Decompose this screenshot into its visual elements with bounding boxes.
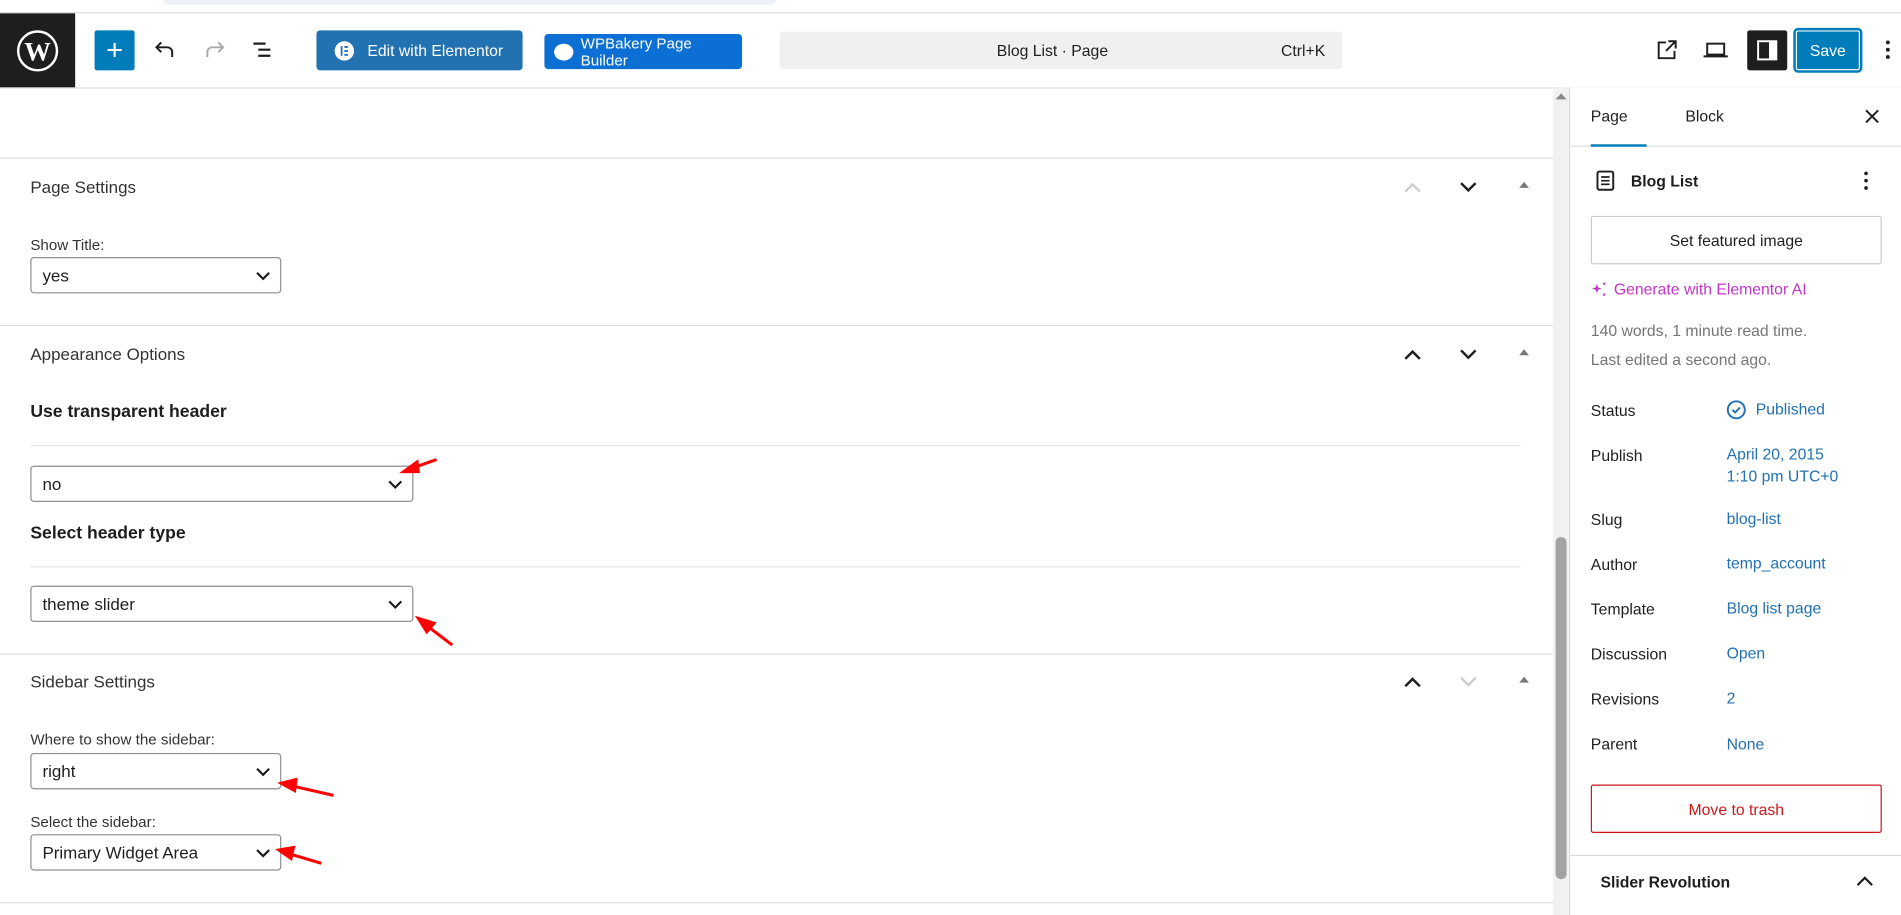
word-count: 140 words, 1 minute read time.: [1590, 321, 1808, 340]
author-label: Author: [1590, 555, 1638, 574]
template-label: Template: [1590, 600, 1655, 619]
tab-page[interactable]: Page: [1590, 107, 1647, 147]
tab-block[interactable]: Block: [1685, 107, 1724, 125]
plus-icon: +: [106, 33, 124, 67]
view-page-button[interactable]: [1649, 32, 1685, 68]
elementor-icon: [334, 40, 355, 61]
publish-label: Publish: [1590, 446, 1643, 465]
close-icon[interactable]: [1865, 109, 1880, 124]
redo-icon: [206, 41, 225, 57]
arrow-icon: [274, 845, 296, 861]
last-edited: Last edited a second ago.: [1590, 350, 1772, 369]
ai-label: Generate with Elementor AI: [1613, 280, 1807, 299]
publish-date: April 20, 2015: [1726, 444, 1824, 464]
undo-icon: [155, 41, 174, 57]
divider: [1570, 854, 1901, 857]
slug-link[interactable]: blog-list: [1727, 508, 1781, 530]
sidebar-icon: [1757, 40, 1778, 61]
wpbakery-icon: [554, 43, 574, 60]
save-button[interactable]: Save: [1795, 30, 1860, 71]
scroll-up-icon[interactable]: [1555, 92, 1567, 100]
wpbakery-button[interactable]: WPBakery Page Builder: [544, 33, 743, 70]
add-block-button[interactable]: +: [94, 30, 135, 71]
wordpress-icon: W: [16, 29, 59, 71]
external-link-icon: [1657, 40, 1677, 60]
slug-label: Slug: [1590, 510, 1623, 529]
document-overview-button[interactable]: [245, 32, 281, 68]
discussion-label: Discussion: [1590, 645, 1668, 664]
template-link[interactable]: Blog list page: [1727, 598, 1822, 620]
publish-date-button[interactable]: April 20, 2015 1:10 pm UTC+0: [1727, 444, 1839, 488]
browser-strip: [163, 0, 776, 5]
set-featured-image-button[interactable]: Set featured image: [1590, 215, 1882, 265]
more-vertical-icon[interactable]: [1862, 170, 1869, 192]
options-menu-button[interactable]: [1870, 32, 1901, 68]
scrollbar-thumb[interactable]: [1555, 537, 1567, 880]
laptop-icon: [1703, 42, 1728, 58]
meta-boxes-area: Page Settings Show Title: yes Appearance…: [0, 87, 1554, 915]
command-palette-button[interactable]: Blog List · Page Ctrl+K: [779, 31, 1343, 70]
publish-time: 1:10 pm UTC+0: [1726, 466, 1839, 485]
settings-toggle-button[interactable]: [1747, 30, 1788, 71]
more-vertical-icon: [1885, 40, 1890, 59]
arrow-icon: [277, 777, 298, 793]
post-title: Blog List: [1630, 172, 1699, 191]
annotation-arrows: [274, 458, 454, 865]
parent-link[interactable]: None: [1727, 734, 1765, 756]
scrollbar[interactable]: [1553, 87, 1569, 915]
chevron-up-icon[interactable]: [1856, 875, 1873, 886]
sidebar-tabs: Page Block: [1570, 87, 1901, 147]
edit-with-elementor-button[interactable]: Edit with Elementor: [316, 30, 523, 71]
status-label: Status: [1590, 401, 1636, 420]
wordpress-logo[interactable]: W: [0, 13, 76, 88]
arrow-icon: [399, 459, 421, 474]
sparkle-icon: [1592, 282, 1606, 296]
document-title: Blog List · Page: [996, 41, 1109, 60]
undo-button[interactable]: [147, 32, 183, 68]
elementor-label: Edit with Elementor: [367, 41, 504, 60]
parent-label: Parent: [1590, 734, 1638, 753]
generate-elementor-ai-link[interactable]: Generate with Elementor AI: [1591, 280, 1807, 298]
revisions-link[interactable]: 2: [1727, 687, 1736, 709]
status-value: Published: [1755, 400, 1825, 419]
editor-toolbar: W + Edit with Elementor WPBakery Page Bu…: [0, 12, 1901, 89]
move-to-trash-button[interactable]: Move to trash: [1590, 784, 1882, 833]
discussion-link[interactable]: Open: [1727, 643, 1766, 665]
page-icon: [1596, 170, 1615, 191]
check-circle-icon: [1726, 400, 1746, 420]
author-link[interactable]: temp_account: [1727, 553, 1826, 575]
preview-button[interactable]: [1698, 32, 1734, 68]
shortcut-hint: Ctrl+K: [1281, 41, 1326, 60]
svg-text:W: W: [24, 36, 51, 66]
slider-revolution-panel-title[interactable]: Slider Revolution: [1601, 873, 1731, 891]
list-view-icon: [253, 42, 271, 57]
redo-button[interactable]: [196, 32, 232, 68]
wpbakery-label: WPBakery Page Builder: [580, 34, 692, 69]
status-button[interactable]: Published: [1726, 399, 1825, 421]
settings-sidebar: Page Block Blog List Set featured image …: [1568, 87, 1901, 915]
revisions-label: Revisions: [1590, 689, 1660, 709]
